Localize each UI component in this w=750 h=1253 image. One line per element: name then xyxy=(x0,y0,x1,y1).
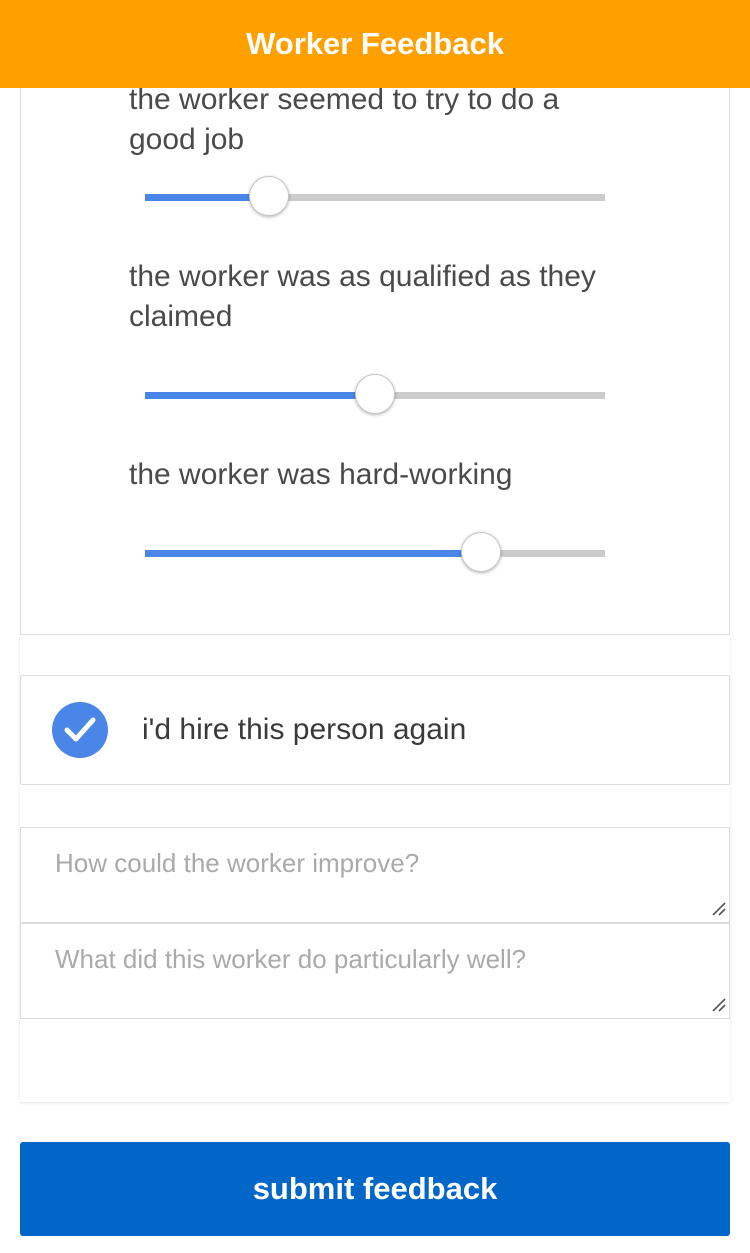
slider-fill xyxy=(145,550,481,557)
submit-feedback-button[interactable]: submit feedback xyxy=(20,1142,730,1236)
rating-slider-qualified[interactable] xyxy=(145,374,605,418)
hire-again-checkbox[interactable]: i'd hire this person again xyxy=(20,675,730,785)
hire-again-label: i'd hire this person again xyxy=(142,713,467,746)
checkmark-icon[interactable] xyxy=(52,702,108,758)
slider-thumb[interactable] xyxy=(355,374,395,414)
resize-grip-icon[interactable] xyxy=(712,902,726,916)
rating-question-effort: the worker seemed to try to do a good jo… xyxy=(129,83,560,156)
app-header: Worker Feedback xyxy=(0,0,750,88)
resize-grip-icon[interactable] xyxy=(712,998,726,1012)
slider-thumb[interactable] xyxy=(460,532,501,572)
did-well-placeholder: What did this worker do particularly wel… xyxy=(55,944,527,974)
rating-slider-hardworking[interactable] xyxy=(145,532,605,576)
slider-thumb[interactable] xyxy=(249,176,290,216)
page-title: Worker Feedback xyxy=(246,26,504,61)
rating-slider-effort[interactable] xyxy=(145,176,605,220)
improve-placeholder: How could the worker improve? xyxy=(55,848,420,878)
ratings-card: the worker seemed to try to do a good jo… xyxy=(20,40,730,635)
did-well-field[interactable]: What did this worker do particularly wel… xyxy=(20,923,730,1019)
rating-question-hardworking: the worker was hard-working xyxy=(129,458,513,491)
improve-field[interactable]: How could the worker improve? xyxy=(20,827,730,923)
slider-fill xyxy=(145,392,375,399)
feedback-page: the worker seemed to try to do a good jo… xyxy=(0,0,750,1253)
rating-question-qualified: the worker was as qualified as they clai… xyxy=(129,260,596,333)
